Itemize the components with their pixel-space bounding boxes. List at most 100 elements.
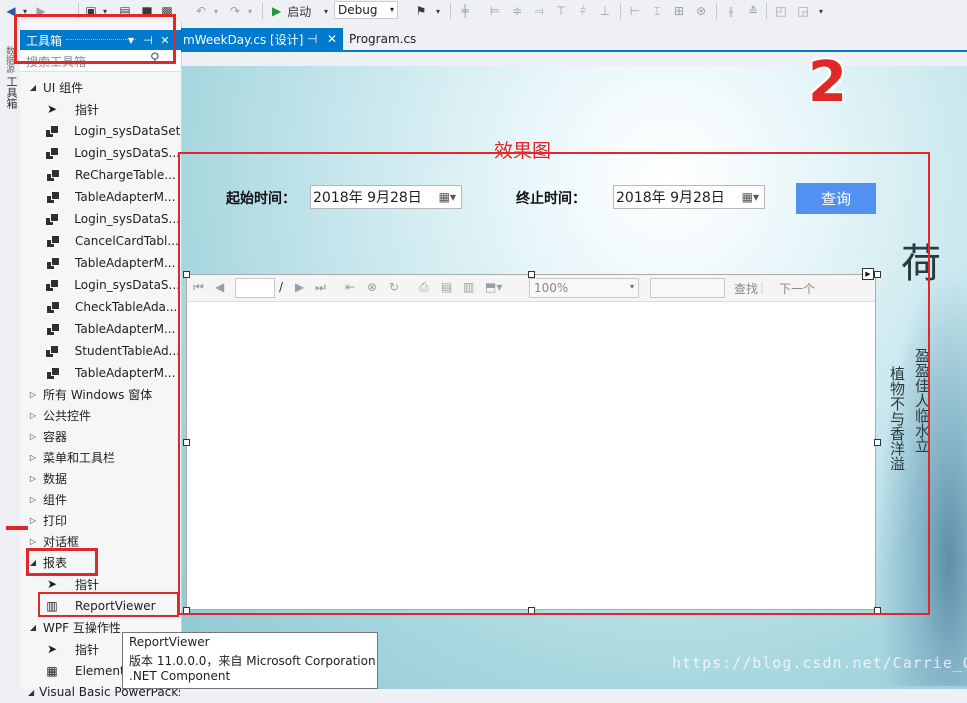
tooltip-title: ReportViewer [129, 635, 210, 649]
align-bottoms-icon[interactable]: ⊥ [598, 3, 612, 19]
toolbox-item[interactable]: TableAdapterM... [20, 252, 180, 274]
toolbox-item-label: TableAdapterM... [75, 256, 176, 270]
horizontal-spacing-icon[interactable]: ⫳ [724, 3, 738, 19]
toolbox-group-data[interactable]: ▷ 数据 [20, 467, 180, 489]
toolbox-item[interactable]: CancelCardTabl... [20, 230, 180, 252]
find-in-files-icon[interactable]: ⚑ [414, 3, 428, 19]
vertical-spacing-icon[interactable]: ≛ [746, 3, 760, 19]
reportviewer-tooltip: ReportViewer 版本 11.0.0.0，来自 Microsoft Co… [122, 632, 378, 689]
pointer-icon: ➤ [46, 642, 58, 656]
group-label: 数据 [43, 471, 68, 486]
annotation-box-report-group [26, 548, 98, 576]
group-label: WPF 互操作性 [43, 620, 121, 635]
tab-close-icon[interactable]: ✕ [327, 28, 339, 50]
toolbox-item[interactable]: CheckTableAda... [20, 296, 180, 318]
toolbox-item[interactable]: Login_sysDataSet [20, 120, 180, 142]
tab-program-cs[interactable]: Program.cs [349, 28, 416, 50]
toolbox-group-components[interactable]: ▷ 组件 [20, 488, 180, 510]
undo-dropdown-icon[interactable]: ▾ [212, 3, 220, 19]
undo-icon[interactable]: ↶ [194, 3, 208, 19]
size-to-grid-icon[interactable]: ⊛ [694, 3, 708, 19]
expanded-arrow-icon: ◢ [29, 622, 37, 632]
toolbox-item-label: 指针 [75, 577, 100, 592]
group-label: 容器 [43, 429, 68, 444]
toolbox-group-printing[interactable]: ▷ 打印 [20, 509, 180, 531]
toolbar-overflow-icon[interactable]: ▾ [433, 3, 443, 19]
collapsed-arrow-icon: ▷ [29, 515, 37, 525]
expanded-arrow-icon: ◢ [29, 82, 37, 92]
toolbox-side-tab[interactable]: 工具箱 [3, 76, 19, 109]
toolbox-item[interactable]: TableAdapterM... [20, 318, 180, 340]
tab-pin-icon[interactable]: ⊣ [307, 28, 321, 50]
toolbar-separator [766, 3, 767, 19]
annotation-effect-label: 效果图 [494, 140, 552, 162]
toolbox-item-label: Login_sysDataS... [74, 146, 180, 160]
toolbox-item-label: TableAdapterM... [75, 366, 176, 380]
dataset-component-icon [45, 256, 60, 270]
toolbox-group-common-controls[interactable]: ▷ 公共控件 [20, 404, 180, 426]
collapsed-arrow-icon: ▷ [29, 410, 37, 420]
solution-config-select[interactable]: Debug ▾ [334, 1, 398, 19]
toolbox-item-label: 指针 [75, 102, 100, 117]
bring-to-front-icon[interactable]: ◰ [774, 3, 788, 19]
toolbar-separator [262, 3, 263, 19]
layout-overflow-icon[interactable]: ▾ [816, 3, 826, 19]
toolbox-group-ui[interactable]: ◢ UI 组件 [20, 76, 180, 98]
dataset-component-icon [45, 366, 60, 380]
document-tab-strip: mWeekDay.cs [设计] ⊣ ✕ Program.cs [181, 28, 967, 52]
dataset-component-icon [45, 212, 60, 226]
toolbox-group-all-windows-forms[interactable]: ▷ 所有 Windows 窗体 [20, 383, 180, 405]
collapsed-arrow-icon: ▷ [29, 452, 37, 462]
toolbox-item-label: 指针 [75, 642, 100, 657]
make-same-size-icon[interactable]: ⊞ [672, 3, 686, 19]
element-host-icon: ▦ [46, 664, 58, 678]
toolbox-group-menus-toolbars[interactable]: ▷ 菜单和工具栏 [20, 446, 180, 468]
collapsed-arrow-icon: ▷ [29, 473, 37, 483]
dataset-component-icon [45, 168, 60, 182]
annotation-box-effect [178, 152, 930, 615]
align-to-grid-icon[interactable]: ╪ [458, 3, 472, 19]
tooltip-version: 版本 11.0.0.0，来自 Microsoft Corporation [129, 654, 376, 668]
align-middles-icon[interactable]: ⫩ [576, 3, 590, 19]
annotation-box-toolbox-title [14, 14, 176, 64]
redo-dropdown-icon[interactable]: ▾ [246, 3, 254, 19]
toolbox-item[interactable]: StudentTableAd... [20, 340, 180, 362]
align-tops-icon[interactable]: ⊤ [554, 3, 568, 19]
toolbox-item[interactable]: Login_sysDataS... [20, 142, 180, 164]
collapsed-arrow-icon: ▷ [29, 494, 37, 504]
tab-label: Program.cs [349, 32, 417, 46]
toolbox-item[interactable]: ReChargeTable... [20, 164, 180, 186]
annotation-step-number: 2 [808, 50, 847, 115]
watermark: https://blog.csdn.net/Carrie_Q [672, 654, 967, 672]
dataset-component-icon [45, 278, 60, 292]
toolbox-item[interactable]: TableAdapterM... [20, 362, 180, 384]
toolbox-item[interactable]: TableAdapterM... [20, 186, 180, 208]
toolbox-item-label: Login_sysDataS... [74, 212, 180, 226]
chevron-down-icon: ▾ [389, 5, 394, 14]
pointer-icon: ➤ [46, 102, 58, 116]
dataset-component-icon [45, 322, 60, 336]
send-to-back-icon[interactable]: ◲ [796, 3, 810, 19]
align-rights-icon[interactable]: ⫤ [532, 3, 546, 19]
toolbox-group-containers[interactable]: ▷ 容器 [20, 425, 180, 447]
toolbox-item[interactable]: Login_sysDataS... [20, 208, 180, 230]
side-panel-tabs: 数据源 工具箱 [0, 22, 20, 689]
toolbox-item-label: Login_sysDataS... [74, 278, 180, 292]
tab-label: mWeekDay.cs [设计] [183, 32, 304, 47]
pointer-icon: ➤ [46, 577, 58, 591]
redo-icon[interactable]: ↷ [228, 3, 242, 19]
toolbox-item[interactable]: ➤ 指针 [20, 98, 180, 120]
dataset-component-icon [45, 344, 60, 358]
make-same-width-icon[interactable]: ⊢ [628, 3, 642, 19]
toolbox-item-label: TableAdapterM... [75, 190, 176, 204]
toolbox-item[interactable]: Login_sysDataS... [20, 274, 180, 296]
group-label: 组件 [43, 492, 68, 507]
align-lefts-icon[interactable]: ⊨ [488, 3, 502, 19]
start-dropdown-icon[interactable]: ▾ [322, 3, 330, 19]
toolbar-separator [450, 3, 451, 19]
annotation-box-reportviewer-item [38, 592, 179, 617]
toolbox-panel: 工具箱 ▼ ⊣ ✕ 搜索工具箱 ⚲ ◢ UI 组件 ➤ 指针 Login_sysD… [20, 22, 182, 699]
group-label: 公共控件 [43, 408, 92, 423]
make-same-height-icon[interactable]: ⌶ [650, 3, 664, 19]
align-centers-icon[interactable]: ≑ [510, 3, 524, 19]
